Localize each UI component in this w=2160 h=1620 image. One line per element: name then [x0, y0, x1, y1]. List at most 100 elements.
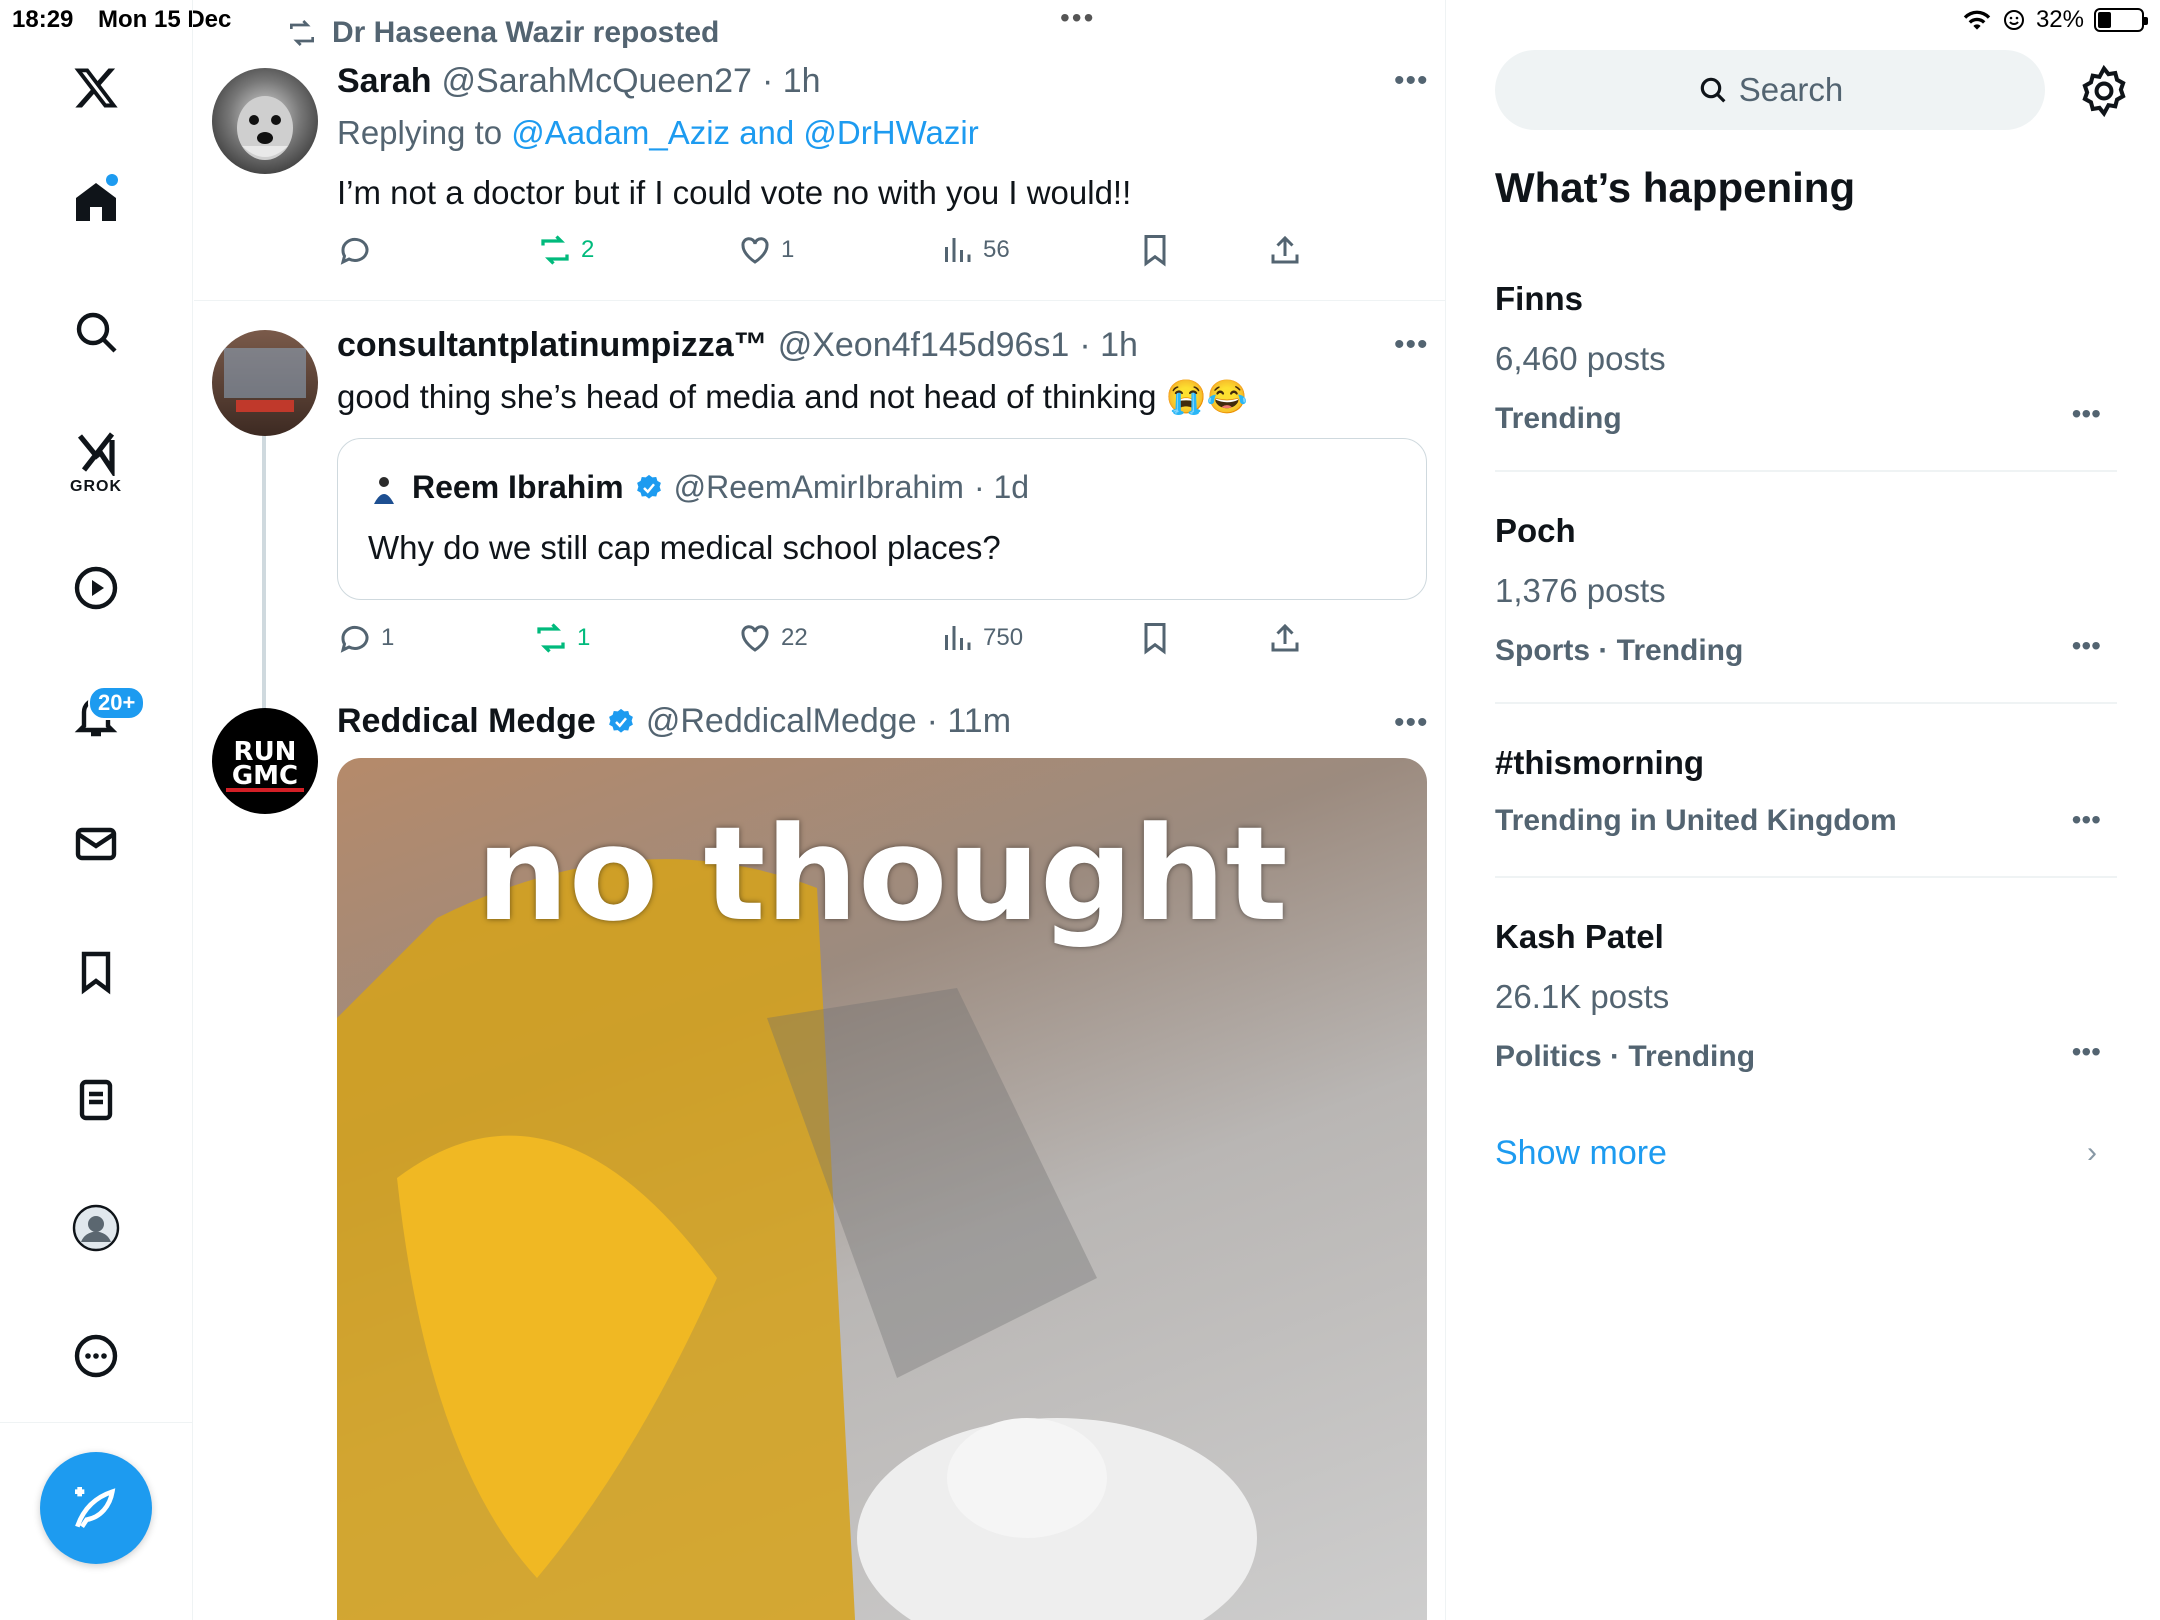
trend-more-button[interactable]: •••: [2072, 630, 2101, 662]
repost-icon: [290, 20, 314, 46]
like-count: 1: [781, 236, 795, 263]
repost-count: 2: [581, 236, 595, 263]
repost-text: Dr Haseena Wazir reposted: [332, 16, 720, 49]
trend-item[interactable]: #thismorning Trending in United Kingdom …: [1495, 744, 2117, 854]
chevron-right-icon: ›: [2087, 1136, 2097, 1169]
x-logo-icon[interactable]: [64, 56, 128, 120]
profile-avatar-icon[interactable]: [64, 1196, 128, 1260]
section-title: What’s happening: [1495, 164, 1856, 211]
author-avatar[interactable]: [212, 68, 318, 174]
trend-context: Trending in United Kingdom: [1495, 804, 1897, 837]
left-nav: GROK 20+: [0, 0, 193, 1620]
share-button[interactable]: [1267, 620, 1303, 656]
lists-icon[interactable]: [64, 1068, 128, 1132]
trend-item[interactable]: Kash Patel 26.1K posts Politics · Trendi…: [1495, 918, 2117, 1088]
heart-icon: [741, 237, 769, 264]
bookmark-button[interactable]: [1137, 232, 1173, 268]
like-button[interactable]: 1: [737, 232, 794, 268]
author-name[interactable]: Sarah: [337, 62, 432, 101]
replying-to: Replying to @Aadam_Aziz and @DrHWazir: [337, 114, 979, 152]
bookmark-icon: [1144, 235, 1166, 267]
reply-button[interactable]: [337, 232, 381, 268]
right-sidebar: Search What’s happening Finns 6,460 post…: [1447, 0, 2160, 1620]
share-icon: [1271, 623, 1299, 652]
messages-envelope-icon[interactable]: [64, 812, 128, 876]
trend-count: 6,460 posts: [1495, 340, 1666, 377]
trend-item[interactable]: Finns 6,460 posts Trending •••: [1495, 280, 2117, 450]
trend-context: Politics · Trending: [1495, 1040, 1756, 1073]
quoted-tweet-card[interactable]: Reem Ibrahim @ReemAmirIbrahim · 1d Why d…: [337, 438, 1427, 600]
trend-context: Sports · Trending: [1495, 634, 1744, 667]
tweet-more-button[interactable]: •••: [1394, 64, 1429, 98]
like-button[interactable]: 22: [737, 620, 808, 656]
avatar-logo-gmc: GMC: [232, 761, 298, 791]
tweet-time[interactable]: · 1h: [1079, 326, 1138, 365]
trend-more-button[interactable]: •••: [2072, 804, 2101, 836]
timeline-feed: Dr Haseena Wazir reposted Sarah @SarahMc…: [194, 0, 1446, 1620]
bookmarks-icon[interactable]: [64, 940, 128, 1004]
search-icon: [1700, 77, 1726, 103]
show-more-link[interactable]: Show more: [1495, 1134, 1667, 1173]
repost-icon: [541, 235, 569, 265]
trend-name: Poch: [1495, 512, 1576, 549]
explore-search-icon[interactable]: [64, 300, 128, 364]
author-handle[interactable]: @SarahMcQueen27: [442, 62, 752, 101]
compose-feather-icon: [75, 1487, 116, 1528]
tweet-text: I’m not a doctor but if I could vote no …: [337, 174, 1132, 211]
trend-more-button[interactable]: •••: [2072, 398, 2101, 430]
bookmark-icon: [1144, 623, 1166, 655]
view-count: 56: [983, 236, 1010, 263]
repost-icon: [537, 623, 565, 653]
repost-button[interactable]: 2: [537, 232, 594, 268]
views-bar-chart-icon: [945, 238, 971, 262]
views-button[interactable]: 750: [939, 620, 1023, 656]
tweet-actions: 2 1 56: [337, 232, 1427, 272]
author-name[interactable]: consultantplatinumpizza™: [337, 326, 768, 365]
reply-icon: [340, 625, 369, 653]
home-unread-dot: [106, 174, 118, 186]
quote-header: Reem Ibrahim @ReemAmirIbrahim · 1d: [366, 469, 1029, 506]
quote-avatar: [366, 469, 402, 506]
trend-item[interactable]: Poch 1,376 posts Sports · Trending •••: [1495, 512, 2117, 682]
settings-gear-button[interactable]: [2077, 64, 2131, 118]
compose-post-button[interactable]: [40, 1452, 152, 1564]
trend-count: 26.1K posts: [1495, 978, 1670, 1015]
reply-count: 1: [381, 624, 395, 651]
repost-button[interactable]: 1: [533, 620, 590, 656]
like-count: 22: [781, 624, 808, 651]
home-icon[interactable]: [64, 170, 128, 234]
grok-label: GROK: [70, 478, 122, 495]
tweet-text: good thing she’s head of media and not h…: [337, 378, 1248, 415]
video-play-icon[interactable]: [64, 556, 128, 620]
author-avatar[interactable]: [212, 330, 318, 436]
repost-indicator: Dr Haseena Wazir reposted: [286, 16, 719, 50]
trend-divider: [1495, 702, 2117, 704]
tweet-media-gif[interactable]: no thought: [337, 758, 1427, 1620]
tweet-time[interactable]: · 1h: [762, 62, 821, 101]
gear-icon: [2082, 64, 2126, 118]
author-handle[interactable]: @ReddicalMedge: [646, 702, 917, 741]
tweet-more-button[interactable]: •••: [1394, 328, 1429, 362]
grok-icon[interactable]: [64, 420, 128, 484]
quote-author-name: Reem Ibrahim: [412, 469, 624, 505]
reply-icon: [340, 237, 369, 265]
trend-more-button[interactable]: •••: [2072, 1036, 2101, 1068]
share-button[interactable]: [1267, 232, 1303, 268]
reply-button[interactable]: 1: [337, 620, 394, 656]
author-avatar[interactable]: RUN GMC: [212, 708, 318, 814]
tweet-time[interactable]: · 11m: [927, 702, 1011, 741]
tweet-more-button[interactable]: •••: [1394, 706, 1429, 740]
verified-badge-icon: [608, 708, 633, 733]
search-input[interactable]: Search: [1495, 50, 2045, 130]
more-options-icon[interactable]: [64, 1324, 128, 1388]
bookmark-button[interactable]: [1137, 620, 1173, 656]
author-handle[interactable]: @Xeon4f145d96s1: [778, 326, 1070, 365]
replying-mentions[interactable]: @Aadam_Aziz and @DrHWazir: [511, 114, 978, 151]
repost-count: 1: [577, 624, 591, 651]
search-placeholder: Search: [1738, 71, 1844, 108]
share-icon: [1271, 235, 1299, 264]
trend-divider: [1495, 876, 2117, 878]
views-button[interactable]: 56: [939, 232, 1010, 268]
view-count: 750: [983, 624, 1024, 651]
author-name[interactable]: Reddical Medge: [337, 702, 596, 741]
